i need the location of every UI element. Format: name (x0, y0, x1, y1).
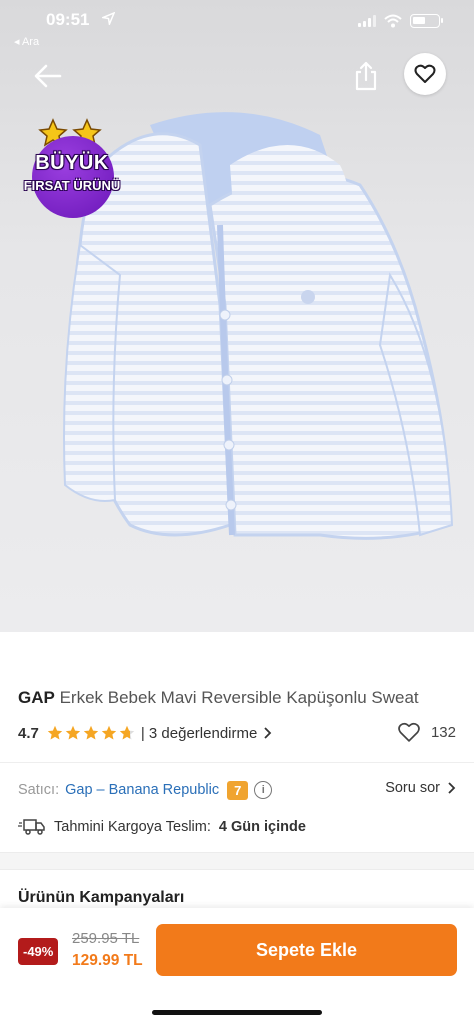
new-price: 129.99 TL (72, 952, 143, 969)
chevron-right-icon (448, 782, 456, 794)
signal-icon (358, 15, 376, 27)
status-time: 09:51 (46, 10, 90, 29)
bottom-bar: -49% 259.95 TL 129.99 TL Sepete Ekle (0, 908, 474, 1024)
deal-badge-line1: BÜYÜK (35, 152, 109, 174)
star-icon (119, 725, 135, 740)
chevron-right-icon (264, 727, 272, 739)
product-title: GAP Erkek Bebek Mavi Reversible Kapüşonl… (18, 688, 419, 708)
home-indicator[interactable] (152, 1010, 322, 1015)
star-icon (47, 725, 63, 740)
old-price: 259.95 TL (72, 930, 140, 947)
heart-icon (398, 722, 420, 742)
share-button[interactable] (352, 60, 380, 92)
favorite-button[interactable] (404, 53, 446, 95)
status-bar: 09:51 ◂ Ara (0, 0, 474, 48)
add-to-cart-button[interactable]: Sepete Ekle (156, 924, 457, 976)
product-image-area[interactable]: 09:51 ◂ Ara BÜYÜK FIRSAT ÜRÜNÜ (0, 0, 474, 632)
rating-stars (47, 725, 135, 741)
seller-score-badge: 7 (227, 780, 249, 800)
favorite-count[interactable]: 132 (397, 722, 456, 743)
rating-value: 4.7 (18, 724, 39, 742)
back-to-app-link[interactable]: ◂ Ara (14, 35, 39, 48)
location-arrow-icon (100, 11, 116, 30)
seller-label: Satıcı: (18, 782, 60, 798)
truck-icon (18, 819, 45, 835)
star-icon (83, 725, 99, 740)
product-brand[interactable]: GAP (18, 688, 55, 707)
battery-icon (410, 14, 443, 28)
product-name: Erkek Bebek Mavi Reversible Kapüşonlu Sw… (59, 688, 419, 707)
reviews-link[interactable]: | 3 değerlendirme (141, 725, 257, 742)
shipping-label: Tahmini Kargoya Teslim: (54, 819, 211, 835)
info-icon[interactable]: i (254, 781, 273, 799)
rating-row[interactable]: 4.7 | 3 değerlendirme (18, 722, 273, 744)
seller-name-link[interactable]: Gap – Banana Republic (65, 782, 219, 798)
campaigns-title: Ürünün Kampanyaları (18, 889, 185, 906)
ask-question-label: Soru sor (385, 780, 440, 796)
divider (0, 762, 474, 763)
section-separator (0, 852, 474, 870)
shipping-row: Tahmini Kargoya Teslim: 4 Gün içinde (18, 815, 306, 839)
deal-badge-line2: FIRSAT ÜRÜNÜ (23, 178, 121, 193)
favorite-count-value: 132 (430, 724, 456, 741)
discount-badge: -49% (18, 938, 59, 965)
shipping-value: 4 Gün içinde (218, 819, 306, 835)
back-arrow-icon (34, 64, 62, 88)
deal-badge: BÜYÜK FIRSAT ÜRÜNÜ (12, 118, 132, 218)
heart-icon (414, 64, 436, 83)
share-icon (355, 61, 377, 91)
ask-question-button[interactable]: Soru sor (385, 780, 456, 796)
star-icon (65, 725, 81, 740)
star-icon (101, 725, 117, 740)
deal-badge-circle (32, 136, 114, 218)
back-button[interactable] (32, 62, 64, 90)
wifi-icon (384, 14, 402, 28)
